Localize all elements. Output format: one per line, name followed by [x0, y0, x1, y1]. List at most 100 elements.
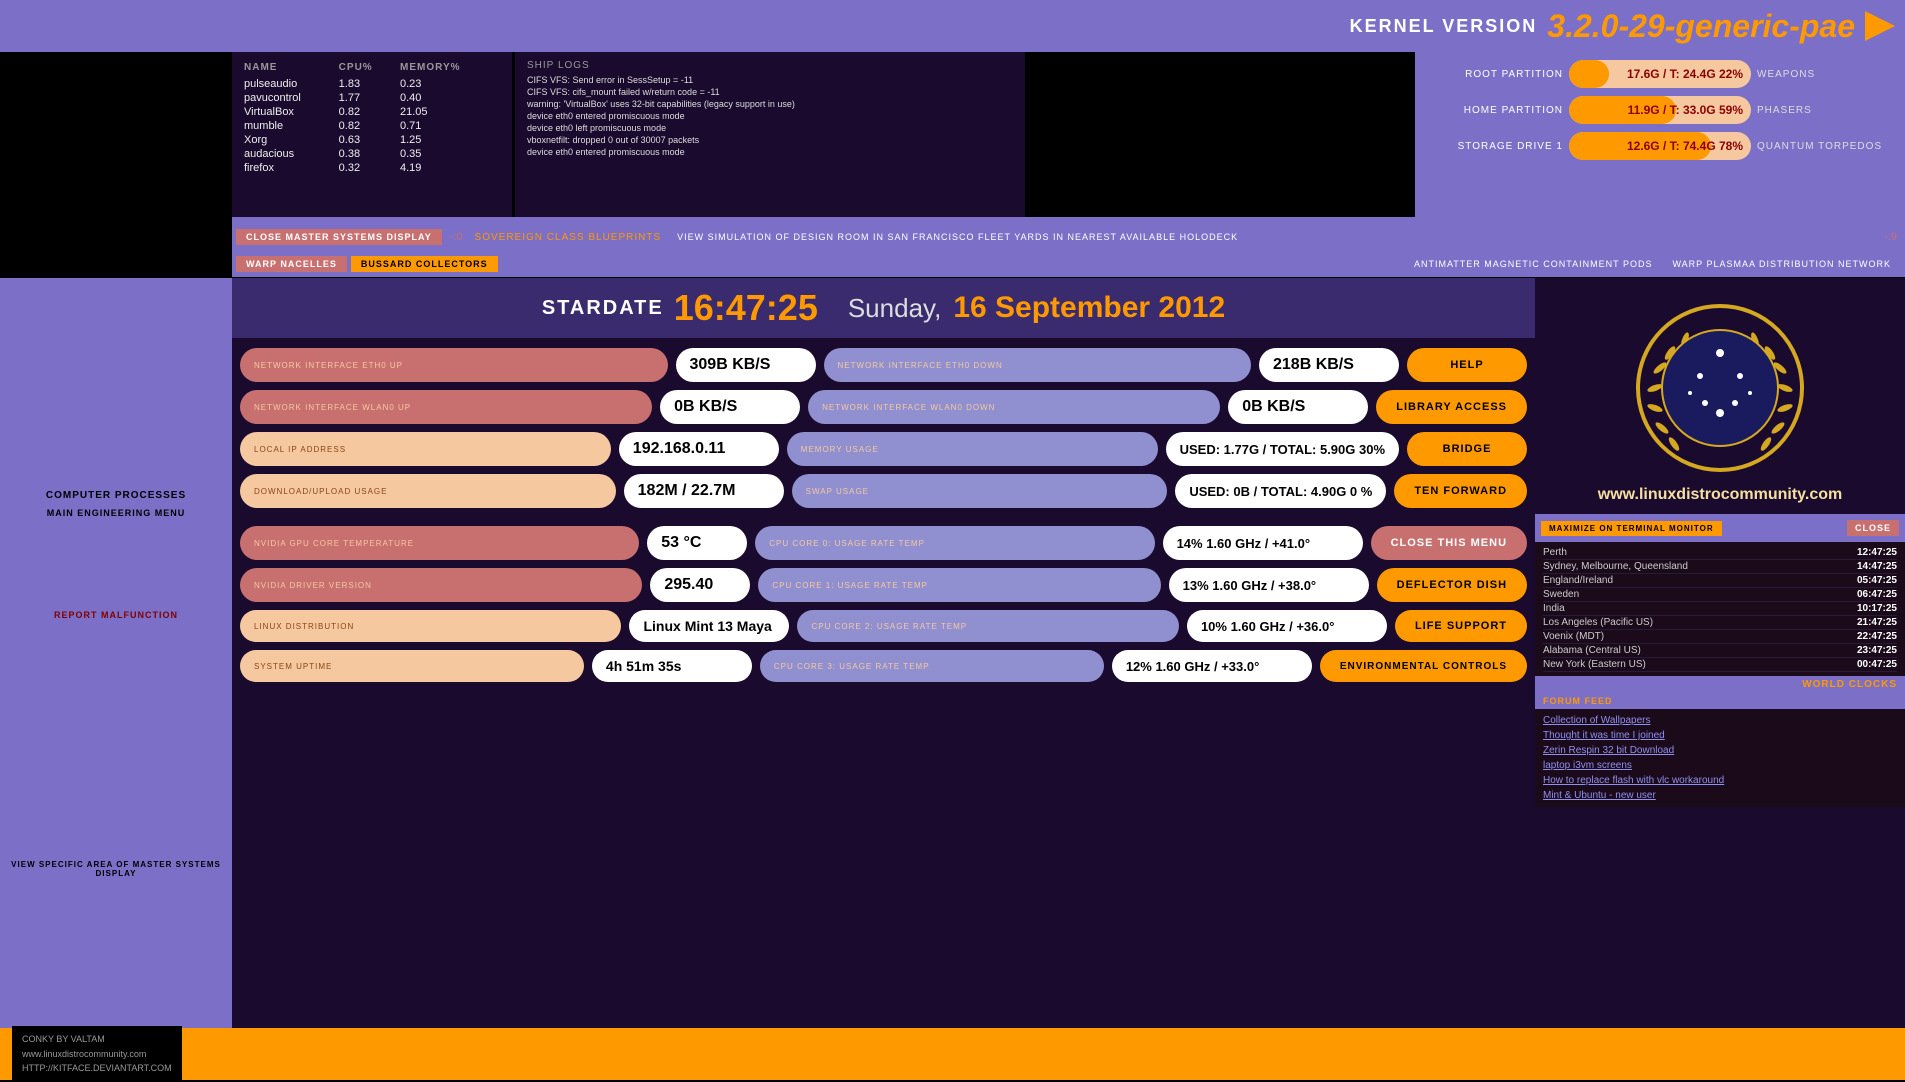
blueprints-label: SOVEREIGN CLASS BLUEPRINTS [475, 232, 662, 243]
close-menu-btn[interactable]: CLOSE THIS MENU [1371, 526, 1527, 560]
forum-item[interactable]: Collection of Wallpapers [1543, 713, 1897, 728]
close-master-btn[interactable]: CLOSE MASTER SYSTEMS DISPLAY [236, 229, 442, 245]
gpu-temp-val-box: 53 °C [647, 526, 747, 560]
bridge-btn[interactable]: BRIDGE [1407, 432, 1527, 466]
clock-time: 14:47:25 [1857, 561, 1897, 572]
forum-item[interactable]: Zerin Respin 32 bit Download [1543, 743, 1897, 758]
shiplogs-content: CIFS VFS: Send error in SessSetup = -11C… [527, 75, 1013, 157]
process-mem: 21.05 [400, 105, 500, 119]
ten-forward-btn[interactable]: TEN FORWARD [1394, 474, 1527, 508]
life-support-btn[interactable]: LIFE SUPPORT [1395, 610, 1527, 642]
stardate-time: 16:47:25 [674, 287, 818, 329]
eth0-down-val: 218B KB/S [1273, 356, 1354, 374]
process-cpu: 0.38 [339, 147, 400, 161]
partitions-section: ROOT PARTITION 17.6G / T: 24.4G 22% WEAP… [1415, 52, 1905, 217]
conky-info: CONKY BY VALTAM www.linuxdistrocommunity… [12, 1026, 182, 1081]
storage-bar: 12.6G / T: 74.4G 78% [1569, 132, 1751, 160]
shiplogs-title: SHIP LOGS [527, 60, 1013, 71]
environmental-btn[interactable]: ENVIRONMENTAL CONTROLS [1320, 650, 1527, 682]
clock-city: Voenix (MDT) [1543, 631, 1604, 642]
eth0-up-val: 309B KB/S [690, 356, 771, 374]
forum-item[interactable]: laptop i3vm screens [1543, 758, 1897, 773]
eth0-up-box: NETWORK INTERFACE ETH0 UP [240, 348, 668, 382]
row8: SYSTEM UPTIME 4h 51m 35s CPU CORE 3: USA… [240, 650, 1527, 682]
menu-bar: CLOSE MASTER SYSTEMS DISPLAY -:0 SOVEREI… [232, 223, 1905, 251]
core3-label: CPU CORE 3: USAGE RATE TEMP [774, 662, 930, 671]
forum-item[interactable]: Thought it was time I joined [1543, 728, 1897, 743]
distro-val: Linux Mint 13 Maya [643, 618, 771, 634]
computer-processes-label: COMPUTER PROCESSES [0, 490, 232, 501]
log-entry: device eth0 entered promiscuous mode [527, 147, 1013, 157]
process-name: pavucontrol [244, 91, 339, 105]
wlan0-up-val-box: 0B KB/S [660, 390, 800, 424]
forum-item[interactable]: Mint & Ubuntu - new user [1543, 788, 1897, 803]
row1: NETWORK INTERFACE ETH0 UP 309B KB/S NETW… [240, 348, 1527, 382]
process-name: VirtualBox [244, 105, 339, 119]
root-label: ROOT PARTITION [1423, 69, 1563, 80]
view-simulation-label: VIEW SIMULATION OF DESIGN ROOM IN SAN FR… [677, 232, 1872, 242]
local-ip-label: LOCAL IP ADDRESS [254, 445, 346, 454]
core3-val: 12% 1.60 GHz / +33.0° [1126, 659, 1259, 674]
warp-plasma-label: WARP PLASMAA DISTRIBUTION NETWORK [1672, 259, 1891, 269]
core1-box: CPU CORE 1: USAGE RATE TEMP [758, 568, 1160, 602]
log-entry: device eth0 entered promiscuous mode [527, 111, 1013, 121]
process-name: mumble [244, 119, 339, 133]
swap-box: SWAP USAGE [792, 474, 1168, 508]
table-row: Xorg0.631.25 [244, 133, 500, 147]
root-value: 17.6G / T: 24.4G 22% [1627, 67, 1743, 81]
wc-close-btn[interactable]: CLOSE [1847, 520, 1899, 536]
log-entry: CIFS VFS: cifs_mount failed w/return cod… [527, 87, 1013, 97]
col-mem: MEMORY% [400, 60, 500, 77]
root-side: WEAPONS [1757, 69, 1897, 80]
table-row: audacious0.380.35 [244, 147, 500, 161]
kernel-version: 3.2.0-29-generic-pae [1547, 8, 1855, 45]
gpu-driver-label: NVIDIA DRIVER VERSION [254, 581, 372, 590]
wlan0-down-box: NETWORK INTERFACE WLAN0 DOWN [808, 390, 1220, 424]
process-name: audacious [244, 147, 339, 161]
main-metrics: NETWORK INTERFACE ETH0 UP 309B KB/S NETW… [232, 338, 1535, 1028]
core2-val: 10% 1.60 GHz / +36.0° [1201, 619, 1334, 634]
row5: NVIDIA GPU CORE TEMPERATURE 53 °C CPU CO… [240, 526, 1527, 560]
memory-val: USED: 1.77G / TOTAL: 5.90G 30% [1180, 442, 1385, 457]
help-btn[interactable]: HELP [1407, 348, 1527, 382]
process-cpu: 0.63 [339, 133, 400, 147]
core1-val: 13% 1.60 GHz / +38.0° [1183, 578, 1316, 593]
swap-val-box: USED: 0B / TOTAL: 4.90G 0 % [1175, 474, 1386, 508]
uptime-val-box: 4h 51m 35s [592, 650, 752, 682]
local-ip-box: LOCAL IP ADDRESS [240, 432, 611, 466]
eth0-down-box: NETWORK INTERFACE ETH0 DOWN [824, 348, 1252, 382]
clock-city: Alabama (Central US) [1543, 645, 1641, 656]
row4: DOWNLOAD/UPLOAD USAGE 182M / 22.7M SWAP … [240, 474, 1527, 508]
eth0-down-label: NETWORK INTERFACE ETH0 DOWN [838, 361, 1003, 370]
maximize-monitor-btn[interactable]: MAXIMIZE ON TERMINAL MONITOR [1541, 521, 1722, 536]
clock-time: 23:47:25 [1857, 645, 1897, 656]
warp-btn[interactable]: WARP NACELLES [236, 256, 347, 272]
row6: NVIDIA DRIVER VERSION 295.40 CPU CORE 1:… [240, 568, 1527, 602]
top-bar: KERNEL VERSION 3.2.0-29-generic-pae [0, 0, 1905, 52]
process-mem: 0.23 [400, 77, 500, 91]
clock-city: Perth [1543, 547, 1567, 558]
library-btn[interactable]: LIBRARY ACCESS [1376, 390, 1527, 424]
forum-item[interactable]: How to replace flash with vlc workaround [1543, 773, 1897, 788]
view-area-label: VIEW SPECIFIC AREA OF MASTER SYSTEMS DIS… [0, 860, 232, 878]
root-bar: 17.6G / T: 24.4G 22% [1569, 60, 1751, 88]
log-entry: device eth0 left promiscuous mode [527, 123, 1013, 133]
distro-label: LINUX DISTRIBUTION [254, 622, 354, 631]
eth0-up-val-box: 309B KB/S [676, 348, 816, 382]
bussard-btn[interactable]: BUSSARD COLLECTORS [351, 256, 498, 272]
world-clock-row: Perth12:47:25 [1543, 546, 1897, 560]
kernel-label: KERNEL VERSION [1350, 16, 1538, 37]
deflector-btn[interactable]: DEFLECTOR DISH [1377, 568, 1527, 602]
row7: LINUX DISTRIBUTION Linux Mint 13 Maya CP… [240, 610, 1527, 642]
site-url: www.linuxdistrocommunity.com [1598, 486, 1842, 504]
gpu-temp-label: NVIDIA GPU CORE TEMPERATURE [254, 539, 414, 548]
world-clocks-section-label: WORLD CLOCKS [1535, 676, 1905, 693]
row2: NETWORK INTERFACE WLAN0 UP 0B KB/S NETWO… [240, 390, 1527, 424]
top-arrow-icon [1865, 11, 1895, 41]
right-panel: www.linuxdistrocommunity.com MAXIMIZE ON… [1535, 278, 1905, 1028]
stardate-label: STARDATE [542, 297, 664, 320]
storage-value: 12.6G / T: 74.4G 78% [1627, 139, 1743, 153]
process-cpu: 1.83 [339, 77, 400, 91]
process-name: firefox [244, 161, 339, 175]
forum-feed-rows: Collection of WallpapersThought it was t… [1535, 709, 1905, 807]
